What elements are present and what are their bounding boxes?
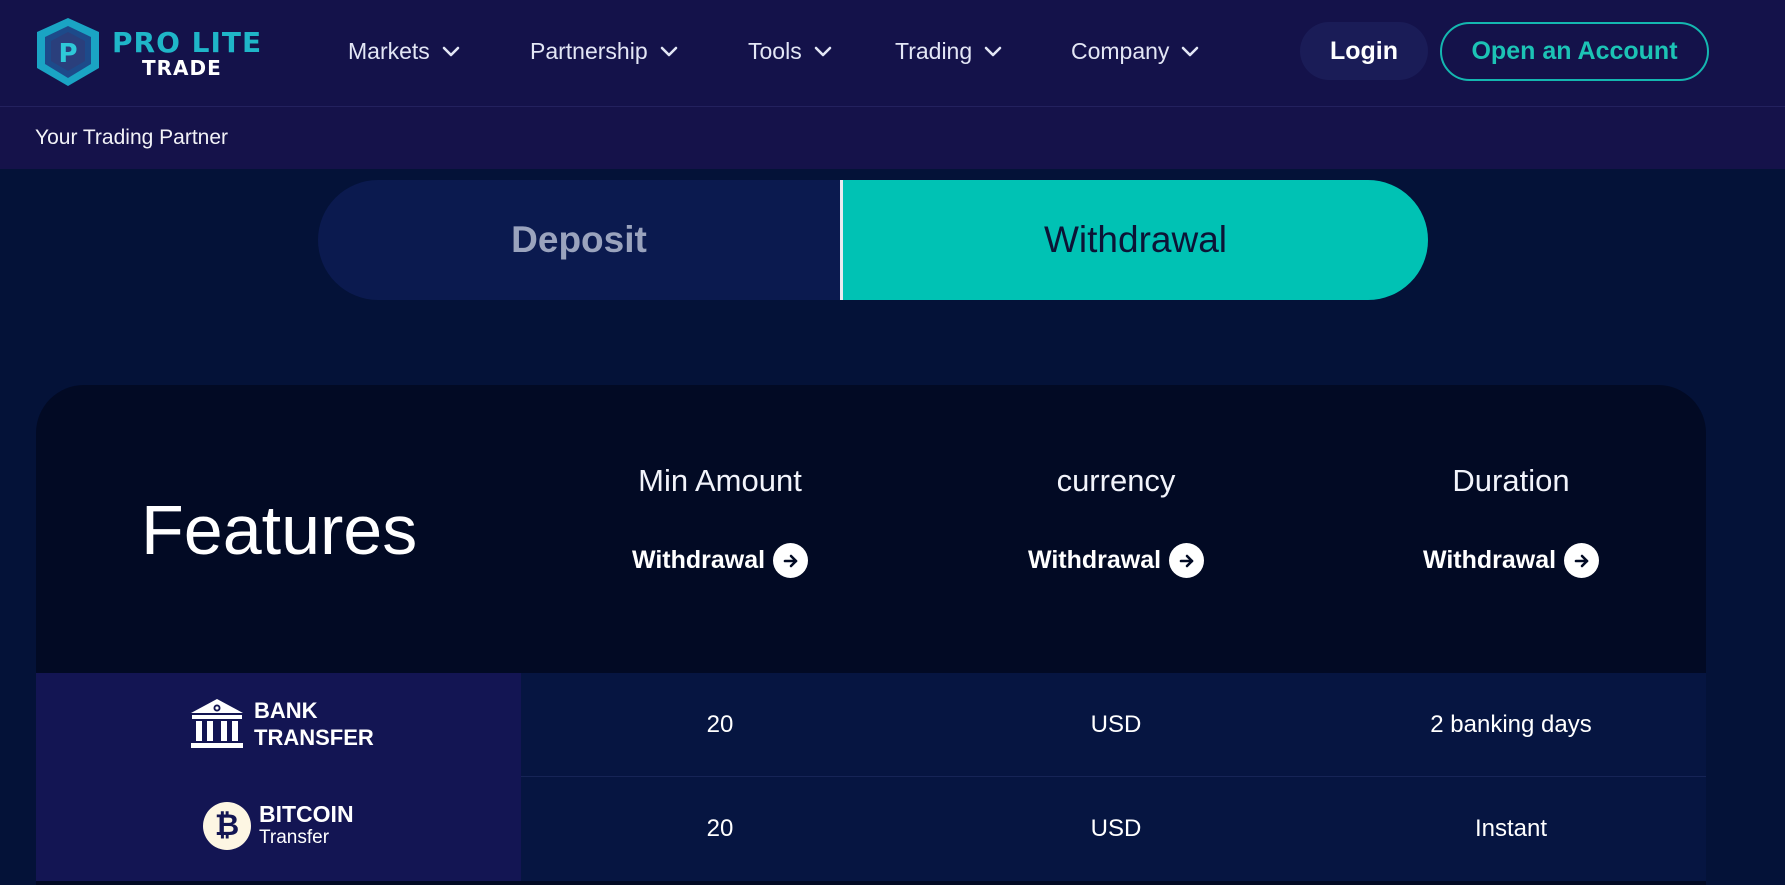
method-cell-bitcoin: ₿ BITCOIN Transfer (36, 777, 521, 881)
login-button[interactable]: Login (1300, 22, 1428, 80)
nav-label: Company (1071, 38, 1170, 64)
withdrawal-link[interactable]: Withdrawal (631, 543, 809, 578)
sub-header-bar: Your Trading Partner (0, 107, 1785, 169)
nav-item-trading[interactable]: Trading (895, 38, 1004, 65)
method-line1: BANK (254, 698, 318, 723)
arrow-right-icon (1169, 543, 1205, 578)
deposit-withdrawal-toggle: Deposit Withdrawal (318, 180, 1428, 300)
bank-transfer-text: BANK TRANSFER (254, 697, 374, 751)
cell-currency: USD (1090, 815, 1142, 842)
nav-label: Tools (748, 38, 802, 64)
cell-currency: USD (1090, 711, 1142, 738)
column-title: currency (1056, 463, 1176, 498)
nav-item-tools[interactable]: Tools (748, 38, 834, 65)
method-cell-bank-transfer: BANK TRANSFER (36, 673, 521, 777)
top-navigation-bar: P PRO LITE TRADE Markets Partnership Too… (0, 0, 1785, 107)
chevron-down-icon (442, 46, 460, 56)
arrow-right-icon (1564, 543, 1600, 578)
column-header-min-amount: Min Amount Withdrawal (570, 463, 870, 578)
nav-item-markets[interactable]: Markets (348, 38, 462, 65)
bitcoin-transfer-logo: ₿ BITCOIN Transfer (203, 802, 354, 850)
tab-withdrawal[interactable]: Withdrawal (840, 180, 1428, 300)
nav-label: Markets (348, 38, 430, 64)
withdrawal-link-label: Withdrawal (631, 546, 766, 574)
nav-item-partnership[interactable]: Partnership (530, 38, 680, 65)
table-row: ₿ BITCOIN Transfer 20 USD Instant (36, 777, 1706, 881)
nav-label: Trading (895, 38, 973, 64)
chevron-down-icon (814, 46, 832, 56)
brand-mark-letter: P (58, 39, 77, 69)
cell-duration: 2 banking days (1430, 711, 1592, 738)
brand-shield-icon: P (37, 18, 99, 86)
bank-transfer-logo: BANK TRANSFER (188, 697, 374, 751)
withdrawal-link-label: Withdrawal (1027, 546, 1162, 574)
brand-name-line2: TRADE (142, 56, 222, 80)
method-line1: BITCOIN (259, 801, 354, 827)
nav-item-company[interactable]: Company (1071, 38, 1201, 65)
tagline: Your Trading Partner (35, 126, 229, 149)
brand-name-line1: PRO LITE (112, 26, 263, 59)
chevron-down-icon (660, 46, 677, 56)
chevron-down-icon (1182, 46, 1199, 56)
open-account-button[interactable]: Open an Account (1440, 22, 1709, 81)
method-line2: TRANSFER (254, 725, 374, 750)
arrow-right-icon (773, 543, 809, 578)
withdrawal-link[interactable]: Withdrawal (1027, 543, 1205, 578)
cell-min-amount: 20 (706, 711, 734, 738)
method-line2: Transfer (259, 827, 330, 848)
bitcoin-transfer-text: BITCOIN Transfer (259, 802, 354, 850)
cell-min-amount: 20 (706, 815, 734, 842)
tab-deposit[interactable]: Deposit (318, 180, 840, 300)
chevron-down-icon (984, 46, 1002, 56)
column-header-duration: Duration Withdrawal (1361, 463, 1661, 578)
column-title: Duration (1452, 463, 1570, 498)
bank-building-icon (191, 699, 243, 748)
table-title: Features (141, 491, 418, 569)
column-title: Min Amount (638, 463, 802, 498)
payment-methods-table: Features Min Amount Withdrawal currency … (36, 385, 1706, 885)
bitcoin-icon: ₿ (203, 802, 251, 850)
column-header-currency: currency Withdrawal (966, 463, 1266, 578)
brand-logo[interactable]: P PRO LITE TRADE (33, 16, 263, 88)
nav-label: Partnership (530, 38, 648, 64)
withdrawal-link-label: Withdrawal (1422, 546, 1557, 574)
withdrawal-link[interactable]: Withdrawal (1422, 543, 1600, 578)
cell-duration: Instant (1474, 815, 1548, 842)
table-row: BANK TRANSFER 20 USD 2 banking days (36, 673, 1706, 777)
